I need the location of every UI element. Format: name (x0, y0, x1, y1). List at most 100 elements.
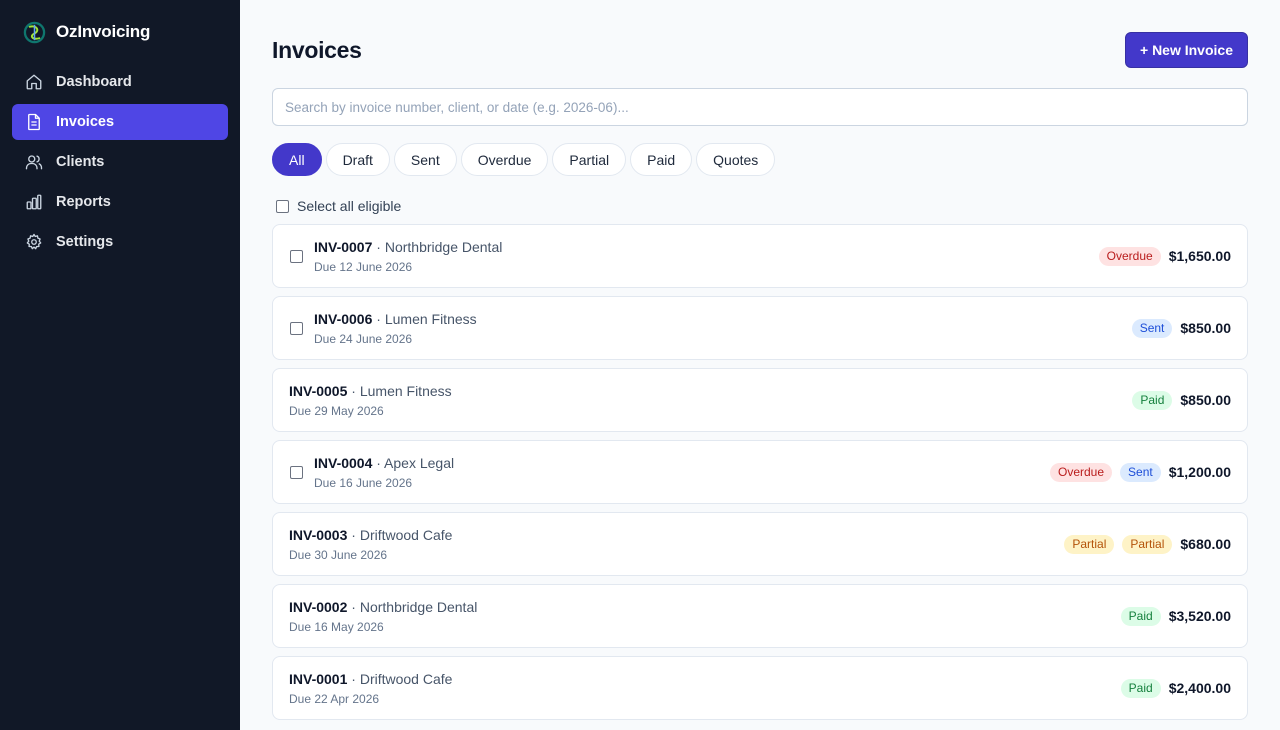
invoice-number: INV-0001 (289, 671, 348, 687)
invoice-meta: Sent $850.00 (1131, 297, 1231, 359)
sidebar-item-label: Invoices (56, 114, 115, 130)
invoice-title: INV-0005 · Lumen Fitness (289, 383, 452, 399)
client-name: Lumen Fitness (384, 311, 477, 327)
invoice-title: INV-0001 · Driftwood Cafe (289, 671, 453, 687)
invoice-row[interactable]: INV-0005 · Lumen Fitness Due 29 May 2026… (272, 368, 1248, 432)
status-badge: Partial (1064, 534, 1115, 554)
select-all-label: Select all eligible (297, 198, 402, 214)
invoice-title: INV-0004 · Apex Legal (314, 455, 455, 471)
invoice-list: INV-0007 · Northbridge Dental Due 12 Jun… (272, 224, 1248, 728)
sidebar-item-label: Clients (56, 154, 105, 170)
invoice-amount: $850.00 (1180, 320, 1231, 336)
document-icon (24, 112, 44, 132)
status-badge: Paid (1132, 390, 1173, 410)
invoice-meta: Overdue Sent $1,200.00 (1049, 441, 1231, 503)
sidebar-item-reports[interactable]: Reports (12, 184, 228, 220)
brand-name: OzInvoicing (56, 22, 151, 41)
due-date: Due 30 June 2026 (289, 548, 388, 562)
invoice-meta: Paid $850.00 (1132, 369, 1231, 431)
sidebar-item-label: Settings (56, 234, 114, 250)
status-badge: Paid (1120, 678, 1161, 698)
invoice-info: INV-0005 · Lumen Fitness Due 29 May 2026 (289, 383, 452, 418)
due-date: Due 12 June 2026 (314, 260, 413, 274)
filter-overdue[interactable]: Overdue (460, 143, 549, 176)
invoice-row[interactable]: INV-0004 · Apex Legal Due 16 June 2026 O… (272, 440, 1248, 504)
status-badge: Sent (1120, 462, 1161, 482)
client-name: Driftwood Cafe (359, 527, 453, 543)
invoice-info: INV-0002 · Northbridge Dental Due 16 May… (289, 599, 477, 634)
status-badge: Sent (1131, 318, 1173, 338)
invoice-number: INV-0002 (289, 599, 348, 615)
invoice-row[interactable]: INV-0002 · Northbridge Dental Due 16 May… (272, 584, 1248, 648)
page-title: Invoices (272, 37, 362, 63)
bar-chart-icon (24, 192, 44, 212)
sidebar-item-label: Reports (56, 194, 111, 210)
invoice-row[interactable]: INV-0003 · Driftwood Cafe Due 30 June 20… (272, 512, 1248, 576)
due-date: Due 29 May 2026 (289, 404, 384, 418)
invoice-info: INV-0001 · Driftwood Cafe Due 22 Apr 202… (289, 671, 452, 706)
invoice-title: INV-0007 · Northbridge Dental (314, 239, 503, 255)
client-name: Northbridge Dental (384, 239, 503, 255)
filter-quotes[interactable]: Quotes (696, 143, 776, 176)
invoice-amount: $850.00 (1180, 392, 1231, 408)
search-input[interactable] (272, 88, 1248, 126)
row-checkbox[interactable] (290, 250, 303, 263)
filter-partial[interactable]: Partial (552, 143, 627, 176)
filter-draft[interactable]: Draft (325, 143, 390, 176)
invoice-amount: $2,400.00 (1168, 680, 1231, 696)
invoice-title: INV-0003 · Driftwood Cafe (289, 527, 453, 543)
sidebar-item-dashboard[interactable]: Dashboard (12, 64, 228, 100)
client-name: Northbridge Dental (359, 599, 478, 615)
sidebar: OzInvoicing Dashboard Invoices Clients R… (0, 0, 240, 730)
invoice-row[interactable]: INV-0006 · Lumen Fitness Due 24 June 202… (272, 296, 1248, 360)
invoice-number: INV-0005 (289, 383, 348, 399)
invoice-info: INV-0003 · Driftwood Cafe Due 30 June 20… (289, 527, 452, 562)
invoice-number: INV-0003 (289, 527, 348, 543)
invoice-info: INV-0007 · Northbridge Dental Due 12 Jun… (314, 239, 502, 274)
filter-paid[interactable]: Paid (630, 143, 693, 176)
new-invoice-button[interactable]: + New Invoice (1125, 32, 1248, 68)
select-all[interactable]: Select all eligible (276, 198, 401, 214)
gear-icon (24, 232, 44, 252)
invoice-number: INV-0007 (314, 239, 373, 255)
invoice-amount: $1,650.00 (1168, 248, 1231, 264)
sidebar-item-settings[interactable]: Settings (12, 224, 228, 260)
sidebar-nav: Dashboard Invoices Clients Reports Setti… (12, 64, 228, 264)
main-content: Invoices + New Invoice All Draft Sent Ov… (272, 0, 1248, 730)
invoice-title: INV-0006 · Lumen Fitness (314, 311, 477, 327)
status-badge: Paid (1120, 606, 1161, 626)
invoice-meta: Paid $2,400.00 (1120, 657, 1231, 719)
filter-sent[interactable]: Sent (393, 143, 457, 176)
invoice-meta: Paid $3,520.00 (1120, 585, 1231, 647)
users-icon (24, 152, 44, 172)
invoice-title: INV-0002 · Northbridge Dental (289, 599, 478, 615)
row-checkbox[interactable] (290, 322, 303, 335)
logo-icon (23, 21, 46, 43)
invoice-number: INV-0004 (314, 455, 373, 471)
filter-all[interactable]: All (272, 143, 322, 176)
invoice-amount: $3,520.00 (1168, 608, 1231, 624)
filter-chips: All Draft Sent Overdue Partial Paid Quot… (272, 143, 776, 176)
due-date: Due 16 May 2026 (289, 620, 384, 634)
status-badge: Partial (1122, 534, 1173, 554)
client-name: Driftwood Cafe (359, 671, 453, 687)
select-all-checkbox[interactable] (276, 199, 289, 213)
invoice-row[interactable]: INV-0001 · Driftwood Cafe Due 22 Apr 202… (272, 656, 1248, 720)
due-date: Due 24 June 2026 (314, 332, 413, 346)
invoice-meta: Overdue $1,650.00 (1098, 225, 1231, 287)
invoice-amount: $680.00 (1180, 536, 1231, 552)
sidebar-item-label: Dashboard (56, 74, 132, 90)
invoice-amount: $1,200.00 (1168, 464, 1231, 480)
sidebar-item-invoices[interactable]: Invoices (12, 104, 228, 140)
home-icon (24, 72, 44, 92)
due-date: Due 16 June 2026 (314, 476, 413, 490)
invoice-row[interactable]: INV-0007 · Northbridge Dental Due 12 Jun… (272, 224, 1248, 288)
invoice-number: INV-0006 (314, 311, 373, 327)
row-checkbox[interactable] (290, 466, 303, 479)
brand[interactable]: OzInvoicing (23, 19, 150, 45)
due-date: Due 22 Apr 2026 (289, 692, 380, 706)
invoice-info: INV-0004 · Apex Legal Due 16 June 2026 (314, 455, 454, 490)
invoice-info: INV-0006 · Lumen Fitness Due 24 June 202… (314, 311, 477, 346)
sidebar-item-clients[interactable]: Clients (12, 144, 228, 180)
client-name: Lumen Fitness (359, 383, 452, 399)
